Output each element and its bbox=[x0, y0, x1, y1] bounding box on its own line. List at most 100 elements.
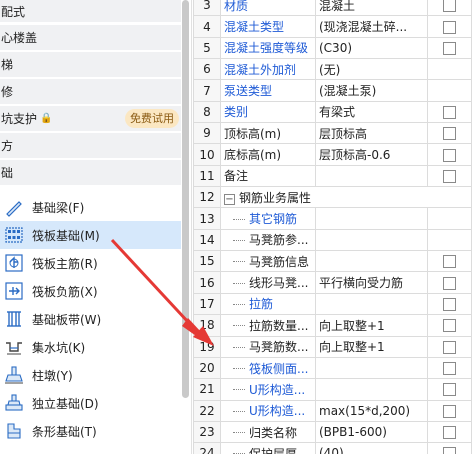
category-header[interactable]: 坑支护 🔒 免费试用 bbox=[0, 106, 181, 131]
attach-checkbox[interactable] bbox=[443, 169, 456, 183]
property-value[interactable]: (BPB1-600) bbox=[315, 420, 428, 444]
row-number: 9 bbox=[193, 122, 221, 145]
property-row[interactable]: 5 混凝土强度等级 (C30) bbox=[193, 36, 472, 60]
attach-checkbox[interactable] bbox=[443, 340, 456, 354]
component-item-label: 集水坑(K) bbox=[32, 340, 86, 355]
row-number: 16 bbox=[193, 271, 221, 294]
property-name: 混凝土类型 bbox=[220, 15, 316, 38]
property-row[interactable]: 22 U形构造... max(15*d,200) bbox=[193, 399, 472, 422]
property-value[interactable]: (现浇混凝土碎... bbox=[315, 15, 428, 38]
property-value[interactable]: 层顶标高 bbox=[315, 122, 428, 145]
property-value[interactable]: 平行横向受力筋 bbox=[315, 271, 428, 294]
attach-checkbox[interactable] bbox=[443, 383, 456, 397]
attach-checkbox[interactable] bbox=[443, 20, 456, 34]
property-row[interactable]: 21 U形构造... bbox=[193, 378, 472, 401]
attach-checkbox[interactable] bbox=[443, 276, 456, 290]
category-header[interactable]: 配式 bbox=[0, 0, 181, 22]
attach-checkbox[interactable] bbox=[443, 426, 456, 440]
property-value[interactable] bbox=[315, 356, 428, 380]
property-row[interactable]: 18 拉筋数量... 向上取整+1 bbox=[193, 314, 472, 337]
attach-checkbox[interactable] bbox=[443, 105, 456, 119]
property-row[interactable]: 15 马凳筋信息 bbox=[193, 250, 472, 273]
attach-checkbox[interactable] bbox=[443, 447, 456, 454]
component-item[interactable]: 柱墩(Y) bbox=[0, 361, 181, 389]
property-row[interactable]: 16 线形马凳... 平行横向受力筋 bbox=[193, 271, 472, 294]
property-row[interactable]: 4 混凝土类型 (现浇混凝土碎... bbox=[193, 15, 472, 38]
property-value[interactable] bbox=[315, 250, 428, 273]
row-number: 15 bbox=[193, 250, 221, 273]
component-item[interactable]: 筏板负筋(X) bbox=[0, 277, 181, 305]
group-header-cell: − 钢筋业务属性 bbox=[220, 186, 472, 209]
property-row[interactable]: 24 保护层厚... (40) bbox=[193, 442, 472, 454]
property-value[interactable]: (无) bbox=[315, 58, 428, 81]
property-name: 材质 bbox=[220, 0, 316, 17]
property-row[interactable]: 14 马凳筋参... bbox=[193, 228, 472, 252]
row-number: 6 bbox=[193, 58, 221, 81]
left-panel-scrollbar[interactable] bbox=[181, 0, 192, 454]
attach-checkbox[interactable] bbox=[443, 41, 456, 55]
property-value[interactable] bbox=[315, 207, 428, 230]
attach-checkbox[interactable] bbox=[443, 255, 456, 269]
property-value[interactable]: 层顶标高-0.6 bbox=[315, 143, 428, 166]
property-row[interactable]: 3 材质 混凝土 bbox=[193, 0, 472, 17]
property-row[interactable]: 19 马凳筋数... 向上取整+1 bbox=[193, 335, 472, 358]
component-item[interactable]: 基础板带(W) bbox=[0, 305, 181, 333]
property-value[interactable]: (40) bbox=[315, 442, 428, 454]
component-item[interactable]: 基础梁(F) bbox=[0, 193, 181, 221]
attach-checkbox[interactable] bbox=[443, 362, 456, 376]
property-value[interactable] bbox=[315, 228, 428, 252]
attach-checkbox[interactable] bbox=[443, 404, 456, 418]
property-name: 马凳筋数... bbox=[220, 335, 316, 358]
property-row[interactable]: 7 泵送类型 (混凝土泵) bbox=[193, 79, 472, 102]
collapse-icon[interactable]: − bbox=[224, 193, 235, 205]
property-row[interactable]: 9 顶标高(m) 层顶标高 bbox=[193, 122, 472, 145]
attach-checkbox-cell bbox=[427, 228, 472, 252]
attach-checkbox[interactable] bbox=[443, 127, 456, 141]
property-value[interactable]: 向上取整+1 bbox=[315, 335, 428, 358]
property-row[interactable]: 10 底标高(m) 层顶标高-0.6 bbox=[193, 143, 472, 166]
property-value[interactable]: max(15*d,200) bbox=[315, 399, 428, 422]
attach-checkbox[interactable] bbox=[443, 0, 456, 13]
property-row[interactable]: 8 类别 有梁式 bbox=[193, 100, 472, 124]
component-item[interactable]: 筏板基础(M) bbox=[0, 221, 181, 249]
component-item[interactable]: 筏板主筋(R) bbox=[0, 249, 181, 277]
property-value[interactable] bbox=[315, 378, 428, 401]
category-header[interactable]: 础 bbox=[0, 160, 181, 185]
component-item-label: 条形基础(T) bbox=[32, 424, 97, 439]
property-row[interactable]: 6 混凝土外加剂 (无) bbox=[193, 58, 472, 81]
property-row[interactable]: 12− 钢筋业务属性 bbox=[193, 186, 472, 209]
category-header[interactable]: 心楼盖 bbox=[0, 25, 181, 50]
property-name: 保护层厚... bbox=[220, 442, 316, 454]
property-value[interactable]: 有梁式 bbox=[315, 100, 428, 124]
attach-checkbox-cell bbox=[427, 356, 472, 380]
category-header[interactable]: 梯 bbox=[0, 52, 181, 77]
negative-rebar-icon bbox=[3, 280, 25, 302]
attach-checkbox[interactable] bbox=[443, 297, 456, 311]
property-value[interactable]: (C30) bbox=[315, 36, 428, 60]
property-row[interactable]: 23 归类名称 (BPB1-600) bbox=[193, 420, 472, 444]
category-header[interactable]: 修 bbox=[0, 79, 181, 104]
property-value[interactable]: (混凝土泵) bbox=[315, 79, 428, 102]
component-item[interactable]: 独立基础(D) bbox=[0, 389, 181, 417]
free-trial-badge[interactable]: 免费试用 bbox=[125, 109, 179, 128]
attach-checkbox-cell bbox=[427, 292, 472, 316]
property-name: 类别 bbox=[220, 100, 316, 124]
scrollbar-thumb[interactable] bbox=[182, 0, 189, 398]
property-row[interactable]: 17 拉筋 bbox=[193, 292, 472, 316]
category-header[interactable]: 方 bbox=[0, 133, 181, 158]
category-label: 心楼盖 bbox=[1, 31, 38, 45]
property-value[interactable]: 向上取整+1 bbox=[315, 314, 428, 337]
property-value[interactable]: 混凝土 bbox=[315, 0, 428, 17]
attach-checkbox[interactable] bbox=[443, 148, 456, 162]
property-row[interactable]: 20 筏板侧面... bbox=[193, 356, 472, 380]
component-item[interactable]: 集水坑(K) bbox=[0, 333, 181, 361]
property-row[interactable]: 11 备注 bbox=[193, 164, 472, 188]
attach-checkbox-cell bbox=[427, 378, 472, 401]
property-value[interactable] bbox=[315, 164, 428, 188]
component-item[interactable]: 条形基础(T) bbox=[0, 417, 181, 445]
property-value[interactable] bbox=[315, 292, 428, 316]
property-row[interactable]: 13 其它钢筋 bbox=[193, 207, 472, 230]
attach-checkbox[interactable] bbox=[443, 319, 456, 333]
property-name: 混凝土强度等级 bbox=[220, 36, 316, 60]
row-number: 5 bbox=[193, 36, 221, 60]
